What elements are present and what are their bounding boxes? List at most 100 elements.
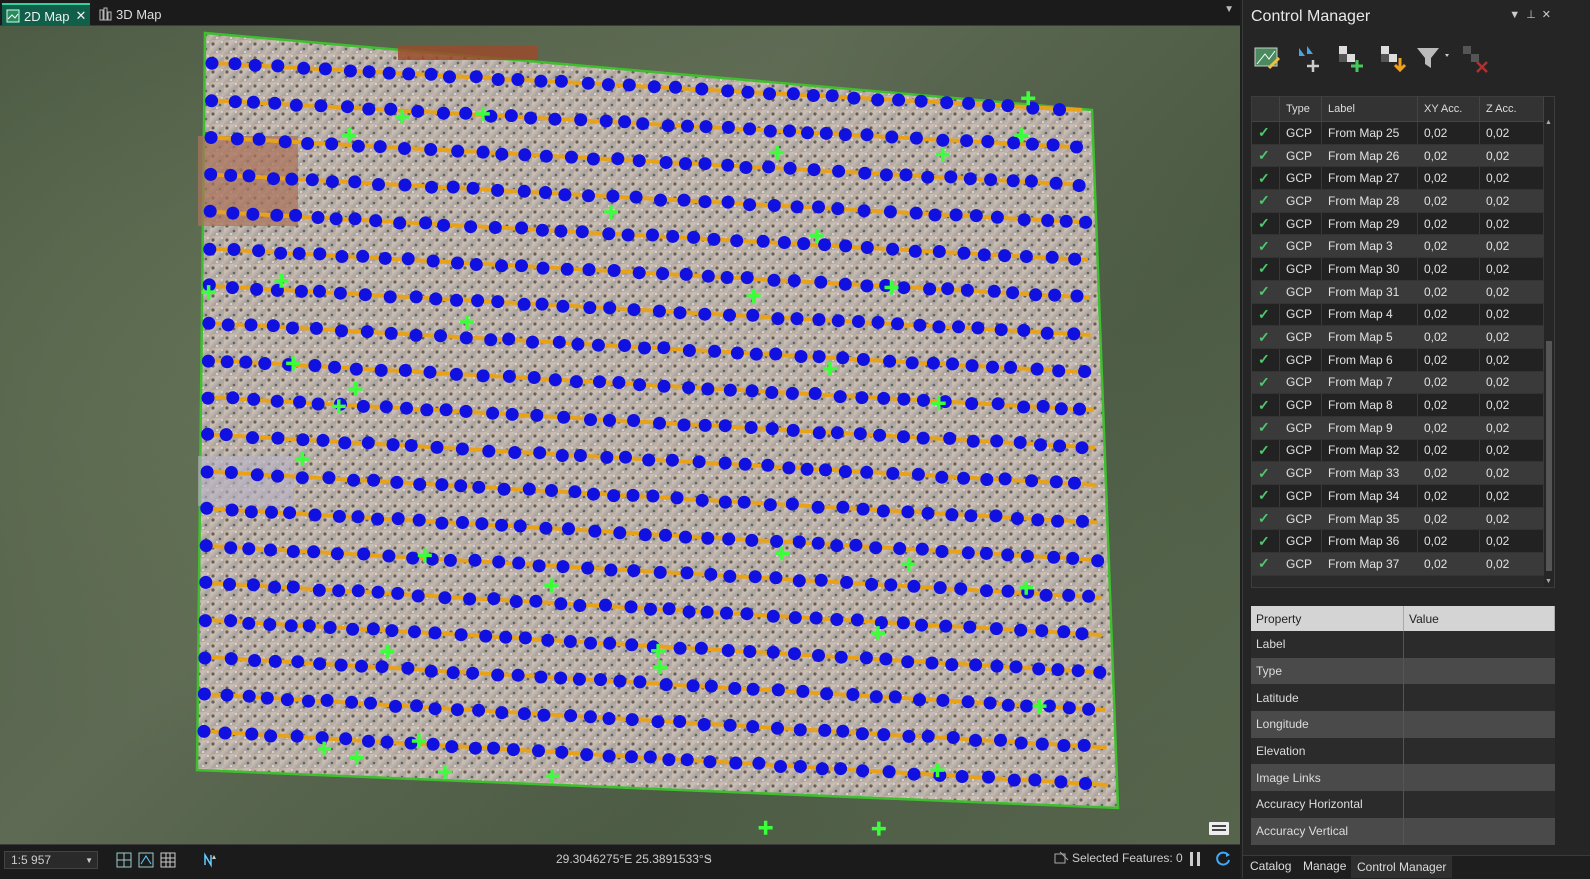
row-check-cell[interactable]: ✓: [1252, 416, 1280, 440]
table-row[interactable]: ✓ GCP From Map 9 0,02 0,02: [1252, 416, 1544, 440]
column-header-z-acc[interactable]: Z Acc.: [1479, 97, 1544, 122]
property-row[interactable]: Type: [1251, 657, 1555, 685]
add-control-point-icon[interactable]: [1335, 42, 1367, 74]
row-check-cell[interactable]: ✓: [1252, 507, 1280, 531]
column-header-status[interactable]: [1252, 97, 1280, 122]
tab-3d-map[interactable]: 3D Map: [94, 3, 174, 25]
row-check-cell[interactable]: ✓: [1252, 280, 1280, 304]
row-check-cell[interactable]: ✓: [1252, 303, 1280, 327]
refresh-icon[interactable]: [1214, 850, 1232, 868]
property-row[interactable]: Elevation: [1251, 737, 1555, 765]
property-row[interactable]: Longitude: [1251, 711, 1555, 738]
row-check-cell[interactable]: ✓: [1252, 234, 1280, 259]
table-row[interactable]: ✓ GCP From Map 36 0,02 0,02: [1252, 529, 1544, 554]
property-row[interactable]: Latitude: [1251, 684, 1555, 712]
close-icon[interactable]: ✕: [76, 8, 87, 24]
tie-point: [602, 749, 616, 763]
row-check-cell[interactable]: ✓: [1252, 121, 1280, 145]
row-check-cell[interactable]: ✓: [1252, 257, 1280, 281]
chevron-down-icon[interactable]: ▼: [1224, 4, 1234, 15]
pause-icon[interactable]: [1188, 851, 1202, 867]
map-grid-icon[interactable]: [116, 852, 132, 868]
cell-xy-acc: 0,02: [1417, 484, 1480, 508]
table-row[interactable]: ✓ GCP From Map 31 0,02 0,02: [1252, 280, 1544, 304]
grid-icon[interactable]: [160, 852, 176, 868]
tab-control-manager[interactable]: Control Manager: [1351, 856, 1453, 878]
property-row[interactable]: Accuracy Vertical: [1251, 817, 1555, 845]
tie-point: [378, 251, 392, 265]
tie-point-editor-icon[interactable]: [1251, 42, 1283, 74]
table-row[interactable]: ✓ GCP From Map 3 0,02 0,02: [1252, 234, 1544, 259]
property-value[interactable]: [1403, 684, 1555, 712]
row-check-cell[interactable]: ✓: [1252, 144, 1280, 168]
property-column-header[interactable]: Property: [1251, 606, 1404, 631]
row-check-cell[interactable]: ✓: [1252, 212, 1280, 236]
table-row[interactable]: ✓ GCP From Map 28 0,02 0,02: [1252, 189, 1544, 213]
tab-2d-map[interactable]: 2D Map ✕: [2, 3, 90, 27]
snapping-icon[interactable]: [138, 852, 154, 868]
table-row[interactable]: ✓ GCP From Map 5 0,02 0,02: [1252, 325, 1544, 349]
table-row[interactable]: ✓ GCP From Map 33 0,02 0,02: [1252, 461, 1544, 485]
table-row[interactable]: ✓ GCP From Map 8 0,02 0,02: [1252, 393, 1544, 417]
table-row[interactable]: ✓ GCP From Map 27 0,02 0,02: [1252, 166, 1544, 191]
property-value[interactable]: [1403, 711, 1555, 738]
property-value[interactable]: [1403, 817, 1555, 845]
row-check-cell[interactable]: ✓: [1252, 461, 1280, 485]
filter-icon[interactable]: [1413, 42, 1453, 74]
column-header-type[interactable]: Type: [1279, 97, 1322, 122]
tie-point: [517, 297, 531, 311]
table-row[interactable]: ✓ GCP From Map 26 0,02 0,02: [1252, 144, 1544, 168]
chevron-up-icon[interactable]: ▲: [1545, 119, 1552, 126]
property-value[interactable]: [1403, 791, 1555, 818]
close-icon[interactable]: ✕: [1542, 9, 1557, 21]
table-row[interactable]: ✓ GCP From Map 25 0,02 0,02: [1252, 121, 1544, 145]
table-row[interactable]: ✓ GCP From Map 35 0,02 0,02: [1252, 507, 1544, 531]
import-control-icon[interactable]: [1377, 42, 1409, 74]
row-check-cell[interactable]: ✓: [1252, 439, 1280, 463]
pin-icon[interactable]: ⊥: [1526, 9, 1542, 21]
property-row[interactable]: Image Links: [1251, 764, 1555, 792]
table-row[interactable]: ✓ GCP From Map 37 0,02 0,02: [1252, 552, 1544, 576]
add-gcp-icon[interactable]: [1293, 42, 1325, 74]
tie-point: [362, 734, 375, 748]
map-view[interactable]: [0, 26, 1240, 844]
row-check-cell[interactable]: ✓: [1252, 325, 1280, 349]
delete-control-icon[interactable]: [1459, 42, 1491, 74]
column-header-xy-acc[interactable]: XY Acc.: [1417, 97, 1480, 122]
property-row[interactable]: Label: [1251, 631, 1555, 658]
column-header-label[interactable]: Label: [1321, 97, 1418, 122]
table-row[interactable]: ✓ GCP From Map 29 0,02 0,02: [1252, 212, 1544, 236]
row-check-cell[interactable]: ✓: [1252, 393, 1280, 417]
tab-catalog[interactable]: Catalog: [1250, 859, 1291, 873]
chevron-down-icon[interactable]: ⌄: [704, 850, 713, 863]
map-canvas[interactable]: [0, 26, 1240, 844]
row-check-cell[interactable]: ✓: [1252, 371, 1280, 395]
tab-manage[interactable]: Manage: [1303, 859, 1346, 873]
table-row[interactable]: ✓ GCP From Map 32 0,02 0,02: [1252, 439, 1544, 463]
scale-selector[interactable]: 1:5 957 ▼: [4, 851, 98, 869]
row-check-cell[interactable]: ✓: [1252, 552, 1280, 576]
selected-features-readout[interactable]: Selected Features: 0: [1054, 851, 1183, 865]
property-value[interactable]: [1403, 631, 1555, 658]
table-row[interactable]: ✓ GCP From Map 34 0,02 0,02: [1252, 484, 1544, 508]
row-check-cell[interactable]: ✓: [1252, 189, 1280, 213]
property-value[interactable]: [1403, 764, 1555, 792]
property-value[interactable]: [1403, 657, 1555, 685]
value-column-header[interactable]: Value: [1403, 606, 1555, 631]
table-row[interactable]: ✓ GCP From Map 6 0,02 0,02: [1252, 348, 1544, 372]
row-check-cell[interactable]: ✓: [1252, 348, 1280, 372]
table-row[interactable]: ✓ GCP From Map 30 0,02 0,02: [1252, 257, 1544, 281]
property-row[interactable]: Accuracy Horizontal: [1251, 791, 1555, 818]
row-check-cell[interactable]: ✓: [1252, 484, 1280, 508]
map-view-toggle-icon[interactable]: [1208, 820, 1230, 836]
scrollbar-thumb[interactable]: [1546, 341, 1552, 571]
table-row[interactable]: ✓ GCP From Map 7 0,02 0,02: [1252, 371, 1544, 395]
north-arrow-icon[interactable]: [202, 852, 218, 868]
chevron-down-icon[interactable]: ▼: [1545, 578, 1552, 585]
table-row[interactable]: ✓ GCP From Map 4 0,02 0,02: [1252, 303, 1544, 327]
property-value[interactable]: [1403, 737, 1555, 765]
gcp-table-scrollbar[interactable]: ▲ ▼: [1544, 97, 1554, 587]
chevron-down-icon[interactable]: ▼: [1509, 9, 1526, 21]
row-check-cell[interactable]: ✓: [1252, 529, 1280, 554]
row-check-cell[interactable]: ✓: [1252, 166, 1280, 191]
